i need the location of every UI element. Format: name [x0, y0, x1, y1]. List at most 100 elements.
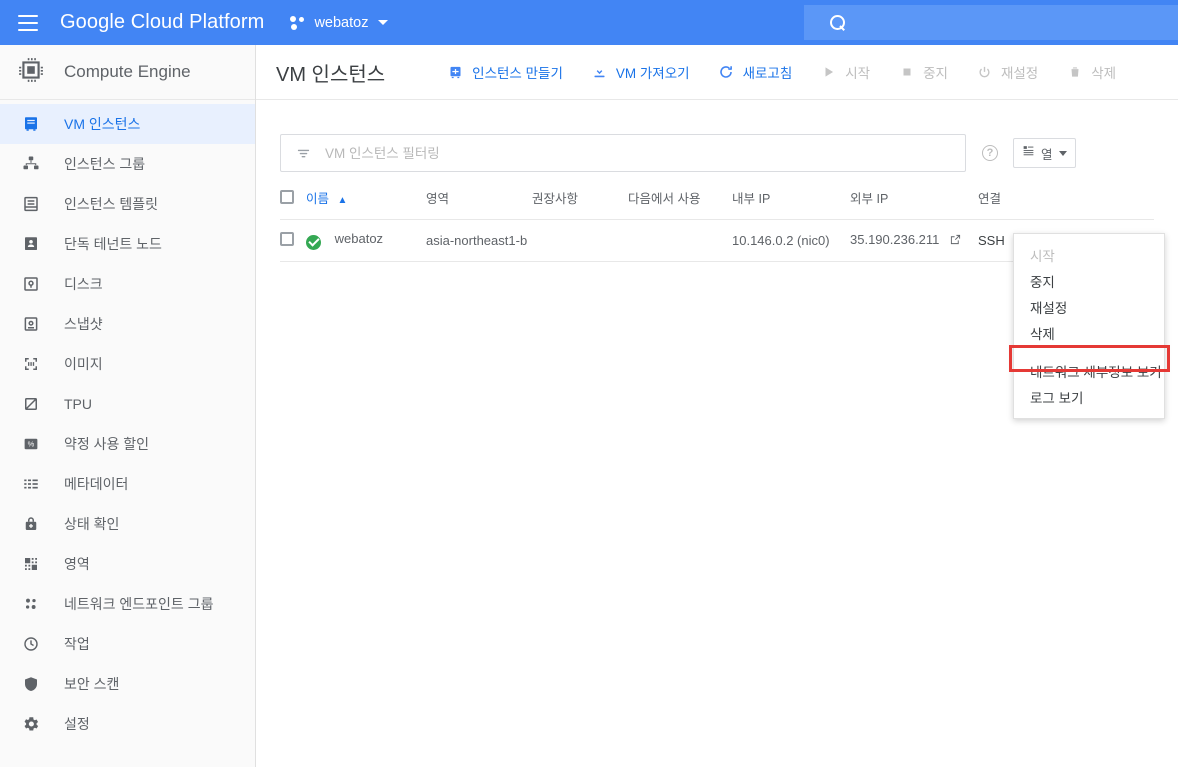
cell-internal-ip: 10.146.0.2 (nic0)	[732, 219, 850, 262]
table-head: 이름 ▲ 영역 권장사항 다음에서 사용 내부 IP 외부 IP 연결	[280, 188, 1154, 220]
stop-button[interactable]: 중지	[884, 54, 962, 90]
project-name: webatoz	[314, 14, 369, 31]
sidebar-item-instance-groups[interactable]: 인스턴스 그룹	[0, 144, 255, 184]
column-header-zone[interactable]: 영역	[426, 188, 532, 220]
stop-square-icon	[898, 64, 915, 81]
sidebar-item-sole-tenant-nodes[interactable]: 단독 테넌트 노드	[0, 224, 255, 264]
sidebar-item-instance-templates[interactable]: 인스턴스 템플릿	[0, 184, 255, 224]
image-icon	[20, 353, 42, 375]
sidebar-item-label: VM 인스턴스	[64, 116, 141, 132]
columns-label: 열	[1041, 147, 1053, 162]
global-search-box[interactable]	[804, 5, 1178, 40]
sidebar-item-settings[interactable]: 설정	[0, 704, 255, 744]
sidebar-item-vm-instances[interactable]: VM 인스턴스	[0, 104, 255, 144]
sidebar-item-snapshots[interactable]: 스냅샷	[0, 304, 255, 344]
refresh-button[interactable]: 새로고침	[704, 54, 807, 90]
sidebar-item-label: 보안 스캔	[64, 676, 120, 692]
sidebar-item-network-endpoint-groups[interactable]: 네트워크 엔드포인트 그룹	[0, 584, 255, 624]
reset-power-icon	[976, 64, 993, 81]
cell-zone: asia-northeast1-b	[426, 219, 532, 262]
sidebar-item-label: 인스턴스 템플릿	[64, 196, 159, 212]
import-vm-button[interactable]: VM 가져오기	[577, 54, 704, 90]
sidebar-item-label: 메타데이터	[64, 476, 129, 492]
context-menu-item-view-network-details[interactable]: 네트워크 세부정보 보기	[1014, 358, 1164, 384]
ssh-button[interactable]: SSH	[978, 233, 1005, 248]
search-icon	[830, 14, 846, 31]
column-header-external-ip[interactable]: 외부 IP	[850, 188, 978, 220]
toolbar-button-label: 새로고침	[742, 66, 793, 81]
sidebar-item-health-checks[interactable]: 상태 확인	[0, 504, 255, 544]
column-header-recommendation[interactable]: 권장사항	[532, 188, 628, 220]
instance-name[interactable]: webatoz	[335, 231, 383, 246]
chevron-down-icon	[1058, 150, 1067, 156]
toolbar-button-label: VM 가져오기	[615, 66, 690, 81]
toolbar-button-label: 삭제	[1091, 66, 1117, 81]
column-header-connect[interactable]: 연결	[978, 188, 1154, 220]
search-input[interactable]	[856, 13, 1178, 32]
sidebar-item-images[interactable]: 이미지	[0, 344, 255, 384]
sidebar-item-committed-use-discounts[interactable]: % 약정 사용 할인	[0, 424, 255, 464]
context-menu-item-reset[interactable]: 재설정	[1014, 294, 1164, 320]
filter-input[interactable]	[323, 144, 965, 162]
context-menu-item-start[interactable]: 시작	[1014, 242, 1164, 268]
column-header-internal-ip[interactable]: 내부 IP	[732, 188, 850, 220]
svg-text:%: %	[28, 440, 35, 449]
hamburger-icon[interactable]	[18, 14, 38, 31]
context-menu-item-view-logs[interactable]: 로그 보기	[1014, 384, 1164, 410]
delete-trash-icon	[1066, 64, 1083, 81]
row-context-menu: 시작 중지 재설정 삭제 네트워크 세부정보 보기 로그 보기	[1013, 233, 1165, 419]
sidebar-item-zones[interactable]: 영역	[0, 544, 255, 584]
sidebar-item-label: 약정 사용 할인	[64, 436, 150, 452]
health-check-icon	[20, 513, 42, 535]
context-menu-item-stop[interactable]: 중지	[1014, 268, 1164, 294]
column-header-used-by[interactable]: 다음에서 사용	[628, 188, 732, 220]
sidebar-item-tpu[interactable]: TPU	[0, 384, 255, 424]
operations-clock-icon	[20, 633, 42, 655]
sidebar-item-security-scans[interactable]: 보안 스캔	[0, 664, 255, 704]
row-select-cell	[280, 219, 306, 262]
filter-row: ? 열	[280, 134, 1154, 172]
external-ip-value: 35.190.236.211	[850, 232, 940, 248]
cell-name: webatoz	[306, 219, 426, 262]
sidebar-item-disks[interactable]: 디스크	[0, 264, 255, 304]
toolbar-button-label: 인스턴스 만들기	[472, 66, 563, 81]
gcp-console-page: Google Cloud Platform webatoz Compute En…	[0, 0, 1178, 767]
sidebar-item-label: 인스턴스 그룹	[64, 156, 146, 172]
table-header-row: 이름 ▲ 영역 권장사항 다음에서 사용 내부 IP 외부 IP 연결	[280, 188, 1154, 220]
sidebar-item-label: 네트워크 엔드포인트 그룹	[64, 596, 214, 612]
sidebar-item-label: 디스크	[64, 276, 103, 292]
row-checkbox[interactable]	[280, 231, 294, 246]
help-question-icon[interactable]: ?	[982, 145, 998, 161]
column-header-name[interactable]: 이름 ▲	[306, 188, 426, 220]
project-selector[interactable]: webatoz	[290, 14, 389, 31]
context-menu-item-delete[interactable]: 삭제	[1014, 320, 1164, 346]
sort-ascending-icon: ▲	[337, 195, 348, 206]
start-button[interactable]: 시작	[806, 54, 884, 90]
sidebar-item-label: 단독 테넌트 노드	[64, 236, 162, 252]
create-instance-icon	[447, 64, 464, 81]
percent-icon: %	[20, 433, 42, 455]
product-header: Compute Engine	[0, 45, 255, 100]
sidebar-item-label: 이미지	[64, 356, 103, 372]
sidebar-nav-list: VM 인스턴스 인스턴스 그룹 인스턴스 템플릿 단독 테넌트 노드 디스크 스…	[0, 100, 255, 744]
cell-recommendation	[532, 219, 628, 262]
chevron-down-icon	[378, 20, 389, 25]
select-all-checkbox[interactable]	[280, 190, 294, 204]
sidebar-item-metadata[interactable]: 메타데이터	[0, 464, 255, 504]
delete-button[interactable]: 삭제	[1052, 54, 1130, 90]
external-link-icon[interactable]	[950, 233, 961, 248]
play-start-icon	[820, 64, 837, 81]
metadata-icon	[20, 473, 42, 495]
settings-gear-icon	[20, 713, 42, 735]
reset-button[interactable]: 재설정	[962, 54, 1052, 90]
cpu-chip-icon	[18, 57, 44, 88]
sidebar-item-operations[interactable]: 작업	[0, 624, 255, 664]
left-sidebar: Compute Engine VM 인스턴스 인스턴스 그룹 인스턴스 템플릿	[0, 45, 256, 767]
page-toolbar: VM 인스턴스 인스턴스 만들기 VM 가져오기 새로고침 시작 중지 재설정 …	[256, 45, 1178, 100]
sole-tenant-node-icon	[20, 233, 42, 255]
page-title: VM 인스턴스	[276, 63, 386, 86]
filter-box[interactable]	[280, 134, 966, 172]
create-instance-button[interactable]: 인스턴스 만들기	[433, 54, 577, 90]
columns-dropdown-button[interactable]: 열	[1013, 138, 1076, 168]
refresh-icon	[718, 64, 735, 81]
